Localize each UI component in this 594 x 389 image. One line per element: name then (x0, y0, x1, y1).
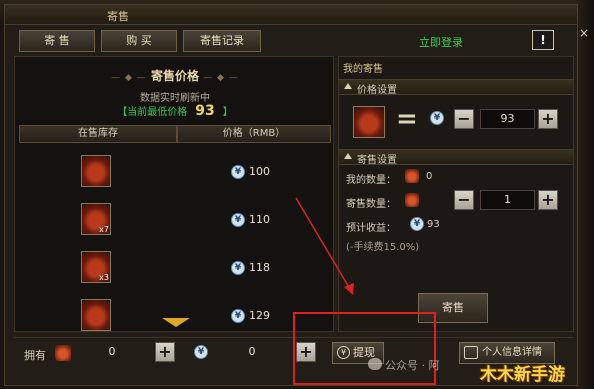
site-watermark: 木木新手游 (480, 365, 565, 385)
wechat-icon (368, 358, 382, 370)
annotation-highlight-box (293, 312, 436, 385)
watermark-text: 公众号 · 阿 (385, 359, 440, 372)
arrow-line (295, 197, 351, 290)
arrow-head (344, 283, 354, 295)
